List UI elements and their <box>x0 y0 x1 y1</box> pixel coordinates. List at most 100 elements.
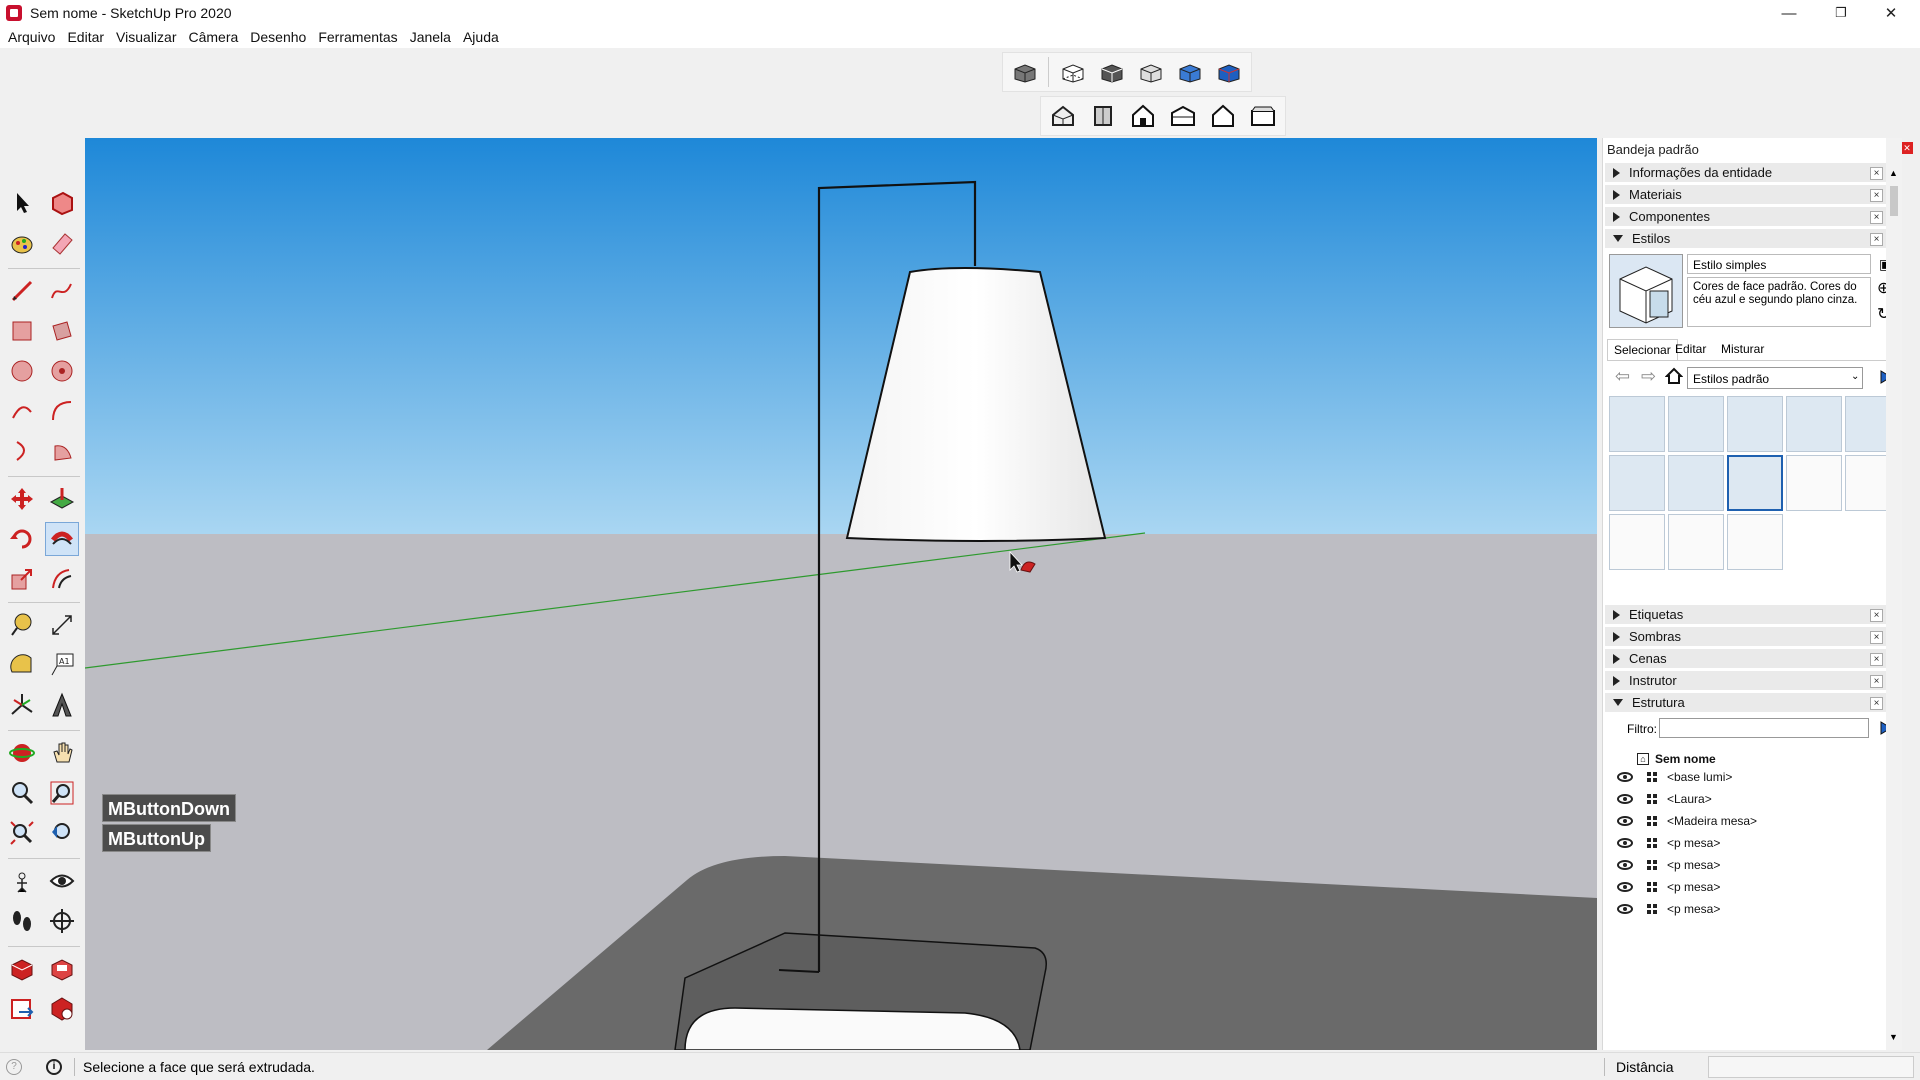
outliner-item[interactable]: <p mesa> <box>1617 877 1720 897</box>
eye-icon[interactable] <box>1617 772 1633 782</box>
extension-warehouse-icon[interactable] <box>45 952 79 986</box>
menu-arquivo[interactable]: Arquivo <box>2 26 61 48</box>
style-thumbnail[interactable] <box>1609 455 1665 511</box>
eye-icon[interactable] <box>1617 816 1633 826</box>
outliner-item[interactable]: <Madeira mesa> <box>1617 811 1757 831</box>
style-thumbnail-selected[interactable] <box>1727 455 1783 511</box>
minimize-button[interactable]: — <box>1766 0 1812 26</box>
measurements-input[interactable] <box>1708 1056 1914 1078</box>
3d-warehouse-icon[interactable] <box>5 952 39 986</box>
section-components[interactable]: Componentes × <box>1605 207 1887 227</box>
style-name-field[interactable]: Estilo simples <box>1687 254 1871 274</box>
menu-ferramentas[interactable]: Ferramentas <box>312 26 403 48</box>
wireframe-icon[interactable] <box>1096 56 1127 88</box>
style-thumbnail[interactable] <box>1727 396 1783 452</box>
paint-bucket-icon[interactable] <box>5 226 39 260</box>
xray-icon[interactable] <box>1009 56 1040 88</box>
scroll-down-icon[interactable]: ▼ <box>1889 1032 1898 1042</box>
style-thumbnail[interactable] <box>1786 455 1842 511</box>
outliner-item[interactable]: <p mesa> <box>1617 833 1720 853</box>
menu-camera[interactable]: Câmera <box>182 26 244 48</box>
section-scenes[interactable]: Cenas × <box>1605 649 1887 669</box>
position-camera-icon[interactable] <box>5 864 39 898</box>
style-thumbnail[interactable] <box>1668 514 1724 570</box>
section-close-icon[interactable]: × <box>1870 675 1883 688</box>
section-styles[interactable]: Estilos × <box>1605 229 1887 249</box>
menu-visualizar[interactable]: Visualizar <box>110 26 182 48</box>
style-thumbnail[interactable] <box>1727 514 1783 570</box>
eraser-icon[interactable] <box>45 226 79 260</box>
menu-desenho[interactable]: Desenho <box>244 26 312 48</box>
section-plane-icon[interactable] <box>45 904 79 938</box>
outliner-item[interactable]: <p mesa> <box>1617 855 1720 875</box>
select-tool-icon[interactable] <box>5 186 39 220</box>
outliner-item[interactable]: <base lumi> <box>1617 767 1732 787</box>
top-view-icon[interactable] <box>1087 100 1119 132</box>
hidden-line-icon[interactable] <box>1135 56 1166 88</box>
style-thumbnail[interactable] <box>1609 396 1665 452</box>
style-collection-select[interactable]: Estilos padrão <box>1687 367 1863 389</box>
section-tags[interactable]: Etiquetas × <box>1605 605 1887 625</box>
outliner-root[interactable]: ⌂ Sem nome <box>1637 749 1716 769</box>
arc-icon[interactable] <box>5 394 39 428</box>
modeling-viewport[interactable] <box>85 138 1597 1050</box>
section-close-icon[interactable]: × <box>1870 697 1883 710</box>
follow-me-icon[interactable] <box>45 522 79 556</box>
circle-icon[interactable] <box>5 354 39 388</box>
menu-janela[interactable]: Janela <box>404 26 457 48</box>
section-outliner[interactable]: Estrutura × <box>1605 693 1887 713</box>
section-close-icon[interactable]: × <box>1870 653 1883 666</box>
tab-editar[interactable]: Editar <box>1673 342 1708 356</box>
style-thumbnail[interactable] <box>1668 455 1724 511</box>
scroll-up-icon[interactable]: ▲ <box>1889 168 1898 178</box>
rotate-icon[interactable] <box>5 522 39 556</box>
filter-input[interactable] <box>1659 718 1869 738</box>
text-tool-icon[interactable]: A1 <box>45 648 79 682</box>
look-around-icon[interactable] <box>45 864 79 898</box>
eye-icon[interactable] <box>1617 882 1633 892</box>
right-view-icon[interactable] <box>1167 100 1199 132</box>
eye-icon[interactable] <box>1617 794 1633 804</box>
menu-editar[interactable]: Editar <box>61 26 110 48</box>
move-icon[interactable] <box>5 482 39 516</box>
tab-misturar[interactable]: Misturar <box>1721 342 1764 356</box>
tab-selecionar[interactable]: Selecionar <box>1607 339 1678 360</box>
front-view-icon[interactable] <box>1127 100 1159 132</box>
rotated-rectangle-icon[interactable] <box>45 314 79 348</box>
style-thumbnail[interactable] <box>1786 396 1842 452</box>
back-arrow-icon[interactable]: ⇦ <box>1615 366 1630 387</box>
scale-icon[interactable] <box>5 562 39 596</box>
maximize-button[interactable]: ❐ <box>1818 0 1864 26</box>
previous-view-icon[interactable] <box>45 816 79 850</box>
section-close-icon[interactable]: × <box>1870 189 1883 202</box>
extension-manager-icon[interactable] <box>45 992 79 1026</box>
freehand-icon[interactable] <box>45 274 79 308</box>
dimension-icon[interactable] <box>45 608 79 642</box>
section-materials[interactable]: Materiais × <box>1605 185 1887 205</box>
back-edges-icon[interactable] <box>1057 56 1088 88</box>
polygon-icon[interactable] <box>45 354 79 388</box>
left-view-icon[interactable] <box>1247 100 1279 132</box>
line-tool-icon[interactable] <box>5 274 39 308</box>
walk-icon[interactable] <box>5 904 39 938</box>
zoom-icon[interactable] <box>5 776 39 810</box>
3d-text-icon[interactable] <box>45 688 79 722</box>
eye-icon[interactable] <box>1617 904 1633 914</box>
section-close-icon[interactable]: × <box>1870 167 1883 180</box>
home-icon[interactable] <box>1664 367 1684 388</box>
section-instructor[interactable]: Instrutor × <box>1605 671 1887 691</box>
protractor-icon[interactable] <box>5 648 39 682</box>
section-entity-info[interactable]: Informações da entidade × <box>1605 163 1887 183</box>
close-button[interactable]: ✕ <box>1868 0 1914 26</box>
shaded-icon[interactable] <box>1175 56 1206 88</box>
menu-ajuda[interactable]: Ajuda <box>457 26 505 48</box>
pan-icon[interactable] <box>45 736 79 770</box>
eye-icon[interactable] <box>1617 838 1633 848</box>
section-close-icon[interactable]: × <box>1870 211 1883 224</box>
instructor-info-icon[interactable]: i <box>46 1058 62 1075</box>
rectangle-icon[interactable] <box>5 314 39 348</box>
axes-icon[interactable] <box>5 688 39 722</box>
forward-arrow-icon[interactable]: ⇨ <box>1641 366 1656 387</box>
iso-view-icon[interactable] <box>1047 100 1079 132</box>
orbit-icon[interactable] <box>5 736 39 770</box>
